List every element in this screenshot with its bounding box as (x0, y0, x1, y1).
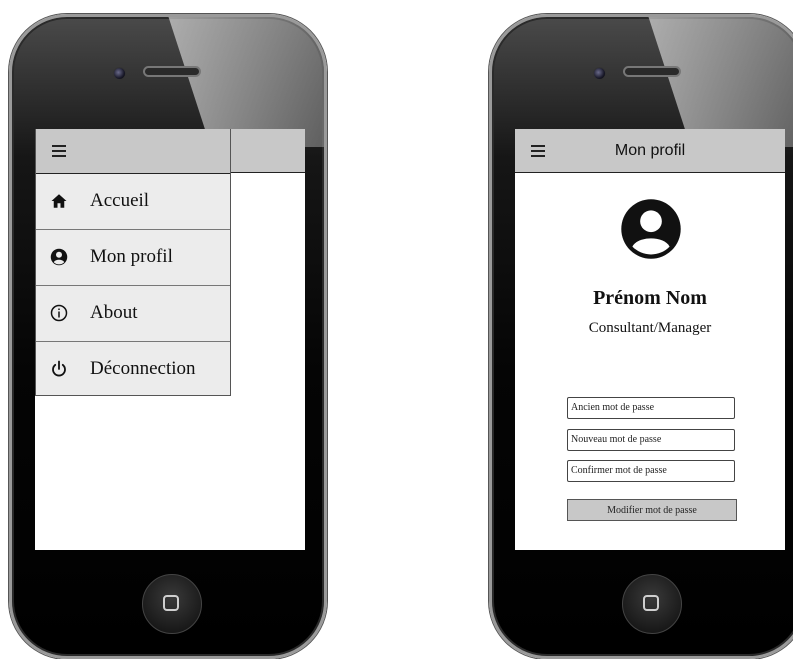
home-button[interactable] (622, 574, 682, 634)
profile-role: Consultant/Manager (588, 320, 712, 336)
speaker-grille (623, 66, 681, 77)
profile-name: Prénom Nom (593, 287, 707, 309)
new-password-field[interactable]: Nouveau mot de passe (567, 429, 735, 451)
menu-item-label: Mon profil (90, 246, 173, 267)
hamburger-icon[interactable] (52, 145, 66, 157)
screen-right: Mon profil Prénom Nom Consultant/Manager… (515, 129, 785, 550)
menu-item-deconnection[interactable]: Déconnection (36, 342, 230, 397)
confirm-password-field[interactable]: Confirmer mot de passe (567, 460, 735, 482)
nav-drawer: Accueil Mon profil About Déconnection (35, 129, 231, 396)
menu-item-label: Déconnection (90, 358, 196, 379)
menu-item-about[interactable]: About (36, 286, 230, 342)
menu-item-label: Accueil (90, 190, 150, 211)
menu-item-label: About (90, 302, 138, 323)
screen-glare (162, 17, 324, 147)
home-square-icon (643, 595, 659, 611)
speaker-grille (143, 66, 201, 77)
phone-frame-left: Accueil Mon profil About Déconnection (9, 14, 327, 659)
old-password-field[interactable]: Ancien mot de passe (567, 397, 735, 419)
avatar-icon (621, 199, 681, 259)
menu-item-accueil[interactable]: Accueil (36, 174, 230, 230)
front-camera (593, 67, 606, 80)
home-square-icon (163, 595, 179, 611)
page-title: Mon profil (614, 142, 686, 159)
screen-glare (642, 17, 793, 147)
user-circle-icon (50, 248, 68, 266)
drawer-header (36, 129, 230, 174)
menu-item-mon-profil[interactable]: Mon profil (36, 230, 230, 286)
power-icon (52, 360, 66, 377)
home-button[interactable] (142, 574, 202, 634)
home-icon (51, 194, 67, 208)
phone-frame-right: Mon profil Prénom Nom Consultant/Manager… (489, 14, 793, 659)
screen-left: Accueil Mon profil About Déconnection (35, 129, 305, 550)
info-icon (50, 304, 68, 322)
front-camera (113, 67, 126, 80)
change-password-button[interactable]: Modifier mot de passe (567, 499, 737, 521)
app-bar: Mon profil (515, 129, 785, 173)
